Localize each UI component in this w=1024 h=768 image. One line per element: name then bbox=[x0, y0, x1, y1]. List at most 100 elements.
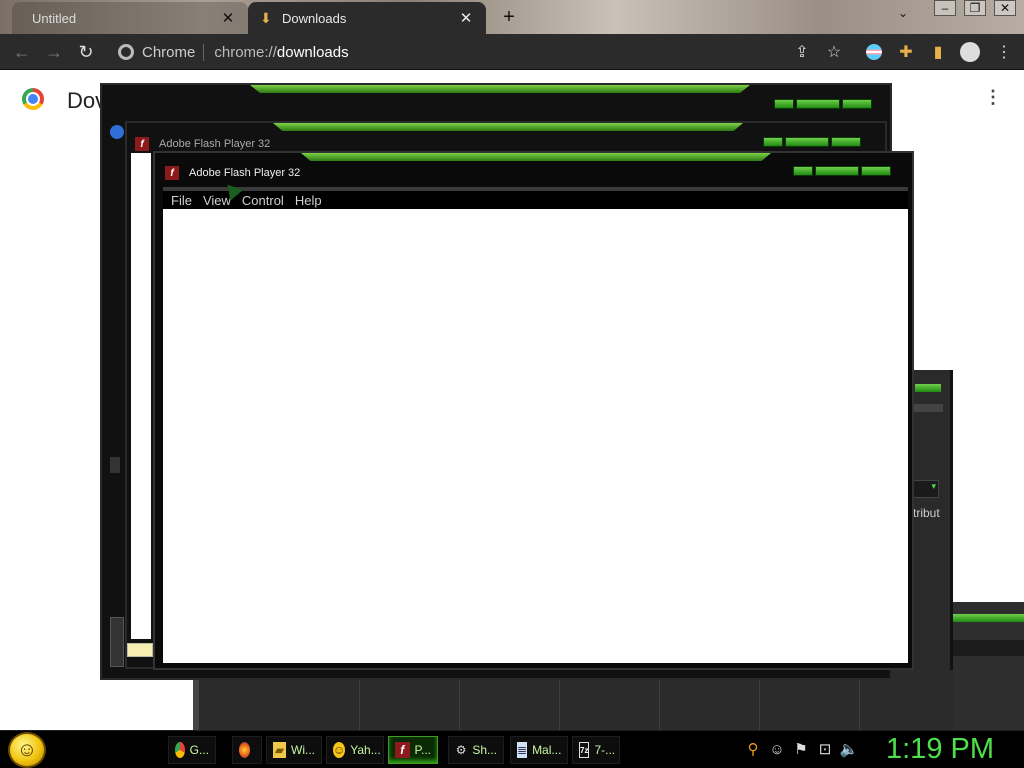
taskbar-item-yahoo[interactable]: ☺ Yah... bbox=[326, 736, 384, 764]
taskbar-item-notepad[interactable]: ≣ Mal... bbox=[510, 736, 568, 764]
dropdown-chevron-icon[interactable]: ▾ bbox=[913, 480, 939, 498]
taskbar-item-flash[interactable]: f P... bbox=[388, 736, 438, 764]
close-button[interactable] bbox=[842, 99, 872, 109]
content-strip bbox=[131, 153, 151, 639]
tab-title: Downloads bbox=[282, 10, 347, 26]
flash-player-icon: f bbox=[165, 166, 179, 180]
extension-flag-icon[interactable] bbox=[862, 40, 886, 64]
attribute-label: tribut bbox=[913, 506, 940, 520]
menu-help[interactable]: Help bbox=[293, 193, 331, 208]
grid-cell bbox=[559, 676, 560, 730]
taskbar-label: 7-... bbox=[594, 743, 616, 757]
omnibox-origin: Chrome bbox=[142, 43, 205, 61]
close-window-button[interactable]: ✕ bbox=[994, 0, 1016, 16]
maximize-button[interactable] bbox=[815, 166, 859, 176]
grid-cell bbox=[859, 676, 860, 730]
taskbar-item-7zip[interactable]: 7z 7-... bbox=[572, 736, 620, 764]
download-icon: ⬇ bbox=[260, 10, 272, 26]
window-control-strip bbox=[953, 614, 1024, 622]
chrome-icon bbox=[118, 44, 134, 60]
taskbar-label: Mal... bbox=[532, 743, 562, 757]
speaker-icon[interactable]: 🔈 bbox=[840, 740, 859, 758]
flash-stage[interactable] bbox=[163, 209, 908, 663]
close-button[interactable] bbox=[831, 137, 861, 147]
start-button-smiley-icon[interactable]: ☺ bbox=[8, 732, 46, 768]
taskbar-item-chrome[interactable]: G... bbox=[168, 736, 216, 764]
close-icon[interactable]: ✕ bbox=[458, 9, 474, 27]
yahoo-messenger-icon: ☺ bbox=[333, 742, 346, 758]
taskbar-label: Wi... bbox=[291, 743, 315, 757]
close-button[interactable] bbox=[861, 166, 891, 176]
search-icon[interactable]: ⚲ bbox=[744, 740, 762, 758]
status-bar bbox=[127, 643, 153, 657]
network-icon[interactable]: ⊡ bbox=[816, 740, 834, 758]
omnibox[interactable]: Chrome chrome://downloads bbox=[110, 38, 850, 66]
divider bbox=[953, 640, 1024, 656]
side-panel-icon[interactable]: ▮ bbox=[926, 40, 950, 64]
panel-handle[interactable] bbox=[110, 617, 124, 667]
flash-player-icon: f bbox=[395, 742, 410, 758]
taskbar: ☺ G... ▰ Wi... ☺ Yah... f P... ⚙ Sh... ≣… bbox=[0, 730, 1024, 768]
close-icon[interactable]: ✕ bbox=[220, 9, 236, 27]
share-icon[interactable]: ⇪ bbox=[790, 40, 814, 64]
tab-untitled[interactable]: Untitled ✕ bbox=[12, 2, 248, 34]
taskbar-label: Yah... bbox=[350, 743, 381, 757]
flag-icon[interactable]: ⚑ bbox=[792, 740, 810, 758]
grid-cell bbox=[459, 676, 460, 730]
7zip-icon: 7z bbox=[579, 742, 590, 758]
settings-icon: ⚙ bbox=[455, 743, 467, 757]
omnibox-url: chrome://downloads bbox=[204, 44, 348, 61]
forward-arrow-icon[interactable]: → bbox=[44, 42, 64, 62]
minimize-button[interactable] bbox=[793, 166, 813, 176]
grid-cell bbox=[359, 676, 360, 730]
window-controls bbox=[774, 99, 872, 109]
scroll-handle[interactable] bbox=[110, 457, 120, 473]
bookmark-star-icon[interactable]: ☆ bbox=[822, 40, 846, 64]
new-tab-button[interactable]: + bbox=[498, 6, 520, 29]
taskbar-clock[interactable]: 1:19 PM bbox=[886, 733, 994, 766]
app-icon bbox=[110, 125, 124, 139]
notepad-icon: ≣ bbox=[517, 742, 528, 758]
taskbar-item-settings[interactable]: ⚙ Sh... bbox=[448, 736, 504, 764]
menu-kebab-icon[interactable]: ⋮ bbox=[992, 40, 1016, 64]
menu-bar: File View Control Help bbox=[163, 187, 908, 209]
maximize-button[interactable] bbox=[785, 137, 829, 147]
tab-downloads[interactable]: ⬇ Downloads ✕ bbox=[248, 2, 486, 34]
url-path: downloads bbox=[276, 43, 349, 61]
grid-cell bbox=[759, 676, 760, 730]
url-prefix: chrome:// bbox=[214, 43, 277, 61]
window-glow bbox=[250, 85, 750, 93]
chevron-down-icon[interactable]: ⌄ bbox=[898, 6, 908, 20]
taskbar-item-firefox[interactable] bbox=[232, 736, 262, 764]
reload-icon[interactable]: ↻ bbox=[76, 42, 96, 62]
browser-toolbar: ← → ↻ Chrome chrome://downloads ⇪ ☆ ✚ ▮ … bbox=[0, 34, 1024, 70]
menu-control[interactable]: Control bbox=[240, 193, 293, 208]
minimize-button[interactable]: – bbox=[934, 0, 956, 16]
maximize-button[interactable]: ❐ bbox=[964, 0, 986, 16]
minimize-button[interactable] bbox=[763, 137, 783, 147]
minimize-button[interactable] bbox=[774, 99, 794, 109]
window-controls bbox=[763, 137, 861, 147]
tab-title: Untitled bbox=[32, 10, 77, 26]
menu-file[interactable]: File bbox=[169, 193, 201, 208]
more-options-icon[interactable]: ⋮ bbox=[984, 87, 1002, 108]
messenger-tray-icon[interactable]: ☺ bbox=[768, 740, 786, 758]
profile-avatar-icon[interactable] bbox=[958, 40, 982, 64]
window-glow bbox=[301, 153, 771, 161]
back-arrow-icon[interactable]: ← bbox=[12, 42, 32, 62]
maximize-button[interactable] bbox=[796, 99, 840, 109]
window-title: Adobe Flash Player 32 bbox=[189, 167, 301, 179]
chrome-logo-icon bbox=[22, 88, 44, 110]
taskbar-label: G... bbox=[189, 743, 209, 757]
window-controls bbox=[793, 166, 891, 176]
flash-player-icon: f bbox=[135, 137, 149, 151]
tab-strip: Untitled ✕ ⬇ Downloads ✕ + ⌄ – ❐ ✕ bbox=[0, 0, 1024, 34]
firefox-icon bbox=[239, 742, 250, 758]
window-title: Adobe Flash Player 32 bbox=[159, 138, 271, 150]
taskbar-label: Sh... bbox=[472, 743, 497, 757]
window-control-strip bbox=[915, 384, 941, 392]
taskbar-item-explorer[interactable]: ▰ Wi... bbox=[266, 736, 322, 764]
background-window-far-right bbox=[953, 602, 1024, 730]
puzzle-icon[interactable]: ✚ bbox=[894, 40, 918, 64]
folder-icon: ▰ bbox=[273, 742, 286, 758]
